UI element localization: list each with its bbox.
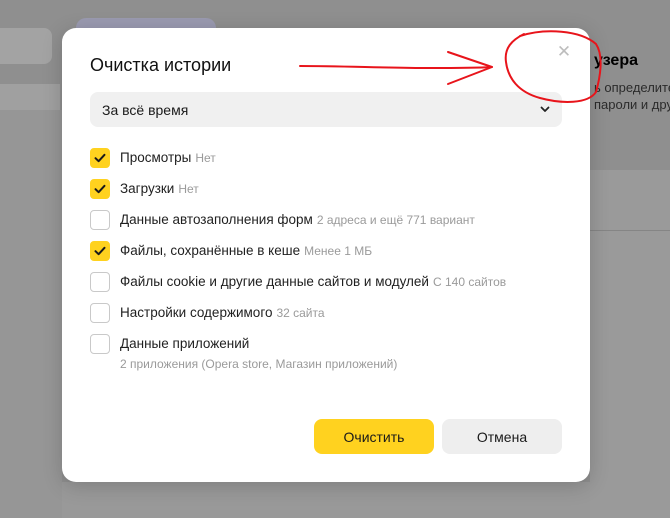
option-label: Настройки содержимого <box>120 305 273 320</box>
option-views[interactable]: Просмотры Нет <box>90 148 216 168</box>
checkbox[interactable] <box>90 148 110 168</box>
background-panel <box>590 170 670 518</box>
period-select-value: За всё время <box>102 101 189 118</box>
option-hint: С 140 сайтов <box>432 275 507 289</box>
option-hint: 32 сайта <box>276 306 325 320</box>
option-hint: 2 адреса и ещё 771 вариант <box>316 213 475 227</box>
option-app-data[interactable]: Данные приложений 2 приложения (Opera st… <box>90 334 397 372</box>
option-autofill[interactable]: Данные автозаполнения форм 2 адреса и ещё… <box>90 210 475 230</box>
option-hint: Нет <box>195 151 216 165</box>
checkbox[interactable] <box>90 241 110 261</box>
close-icon[interactable]: ✕ <box>554 42 574 62</box>
option-cookies[interactable]: Файлы cookie и другие данные сайтов и мо… <box>90 272 506 292</box>
cancel-button[interactable]: Отмена <box>442 419 562 454</box>
clear-history-dialog: Очистка истории ✕ За всё время Просмотры… <box>62 28 590 482</box>
clear-button[interactable]: Очистить <box>314 419 434 454</box>
period-select[interactable]: За всё время <box>90 92 562 127</box>
dialog-title: Очистка истории <box>90 55 232 75</box>
check-icon <box>94 246 106 256</box>
option-label: Загрузки <box>120 181 175 196</box>
background-text: пароли и дру <box>594 97 670 112</box>
option-label: Просмотры <box>120 150 192 165</box>
background-heading: узера <box>594 52 638 69</box>
background-search-field <box>0 28 52 64</box>
background-sidebar <box>0 110 62 518</box>
background-bottom <box>62 482 590 518</box>
background-band <box>0 84 60 110</box>
check-icon <box>94 184 106 194</box>
checkbox[interactable] <box>90 272 110 292</box>
option-label: Файлы, сохранённые в кеше <box>120 243 301 258</box>
option-subtext: 2 приложения (Opera store, Магазин прило… <box>120 357 398 371</box>
option-cache[interactable]: Файлы, сохранённые в кеше Менее 1 МБ <box>90 241 372 261</box>
checkbox[interactable] <box>90 210 110 230</box>
chevron-down-icon <box>540 106 550 112</box>
option-hint: Нет <box>178 182 199 196</box>
option-label: Данные автозаполнения форм <box>120 212 313 227</box>
checkbox[interactable] <box>90 303 110 323</box>
option-hint: Менее 1 МБ <box>304 244 373 258</box>
check-icon <box>94 153 106 163</box>
background-divider <box>590 230 670 231</box>
checkbox[interactable] <box>90 179 110 199</box>
checkbox[interactable] <box>90 334 110 354</box>
option-label: Данные приложений <box>120 336 250 351</box>
option-content-settings[interactable]: Настройки содержимого 32 сайта <box>90 303 325 323</box>
background-text: ь определите <box>594 80 670 95</box>
option-label: Файлы cookie и другие данные сайтов и мо… <box>120 274 429 289</box>
option-downloads[interactable]: Загрузки Нет <box>90 179 199 199</box>
